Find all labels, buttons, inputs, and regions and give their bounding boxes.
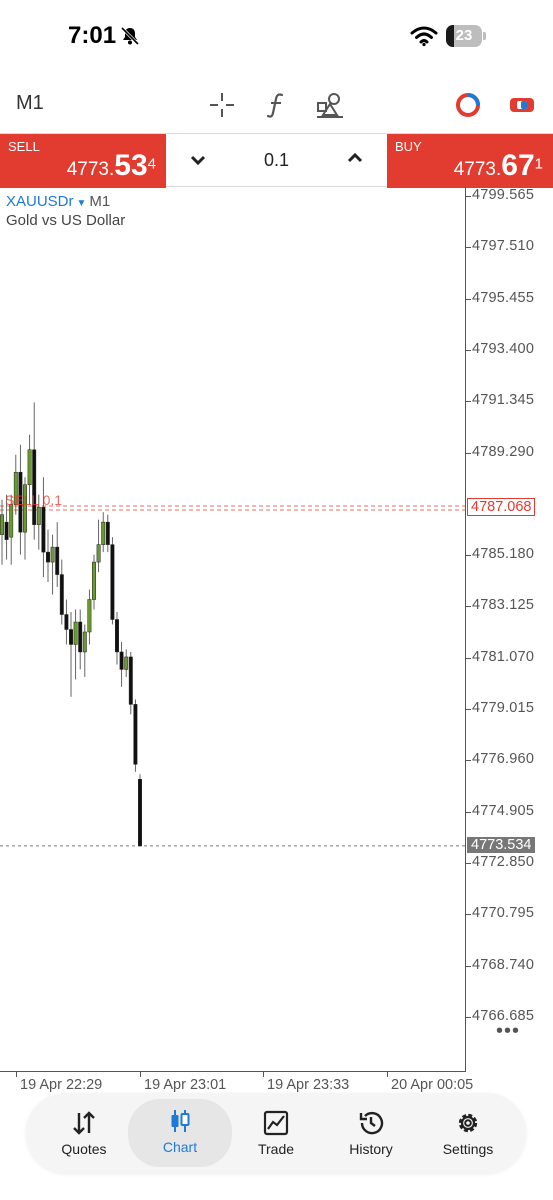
price-tick-label: 4781.070 [472,648,535,665]
price-tick-label: 4774.905 [472,802,535,819]
trade-icon [263,1110,289,1136]
buy-price: 4773.671 [453,149,543,182]
price-tick [466,606,471,608]
price-tick [466,657,471,659]
price-tick [466,760,471,762]
nav-quotes[interactable]: Quotes [34,1101,134,1165]
wifi-icon [410,26,438,47]
history-icon [359,1111,384,1135]
price-tick [466,965,471,967]
chart-icon [171,1110,190,1132]
symbol-description: Gold vs US Dollar [6,212,126,229]
price-tick [466,401,471,403]
time-tick [140,1072,141,1077]
price-tick-label: 4776.960 [472,751,535,768]
time-tick [387,1072,388,1077]
status-time: 7:01 [68,22,117,49]
more-icon[interactable]: ••• [496,1020,520,1043]
one-click-trading-icon[interactable] [453,90,483,120]
time-tick-label: 20 Apr 00:05 [391,1077,474,1093]
price-tick [466,196,471,197]
price-tick-label: 4791.345 [472,392,535,409]
order-price-label: 4787.068 [467,497,536,516]
objects-icon[interactable] [315,90,345,120]
price-tick [466,862,471,864]
price-tick-label: 4789.290 [472,443,535,460]
price-tick-label: 4772.850 [472,853,535,870]
price-tick-label: 4785.180 [472,546,535,563]
chart-area[interactable]: XAUUSDr ▼ M1 Gold vs US Dollar 4799.565 479… [0,187,553,1093]
chart-toolbar: M1 [0,80,553,130]
price-tick-label: 4770.795 [472,905,535,922]
bottom-navigation: Quotes Chart Trade History Settings [26,1093,526,1173]
plot-frame [0,187,466,1072]
time-tick [16,1072,17,1077]
nav-history[interactable]: History [321,1101,421,1165]
sell-label: SELL [8,139,40,154]
settings-icon [458,1113,478,1133]
lot-control: 0.1 [166,134,387,188]
crosshair-icon[interactable] [207,90,237,120]
symbol-header[interactable]: XAUUSDr ▼ M1 [6,193,110,210]
quotes-icon [73,1111,95,1135]
chevron-up-icon[interactable] [343,146,367,170]
price-tick [466,811,471,813]
sell-button[interactable]: SELL 4773.534 [0,134,166,188]
price-tick [466,555,471,557]
sell-price: 4773.534 [66,149,156,182]
order-line-label[interactable]: SELL 0.1 [5,492,62,508]
price-tick [466,247,471,249]
bid-price-label: 4773.534 [467,836,536,853]
price-tick [466,1016,471,1018]
price-tick-label: 4768.740 [472,956,535,973]
price-tick [466,298,471,300]
time-tick-label: 19 Apr 23:01 [144,1077,227,1093]
bell-slash-icon [120,26,140,46]
price-tick-label: 4779.015 [472,700,535,716]
one-click-trade-panel: SELL 4773.534 0.1 BUY 4773.671 [0,133,553,188]
price-tick-label: 4793.400 [472,340,535,357]
price-tick-label: 4799.565 [472,187,535,203]
nav-settings[interactable]: Settings [418,1101,518,1165]
trade-window-icon[interactable] [507,90,537,120]
timeframe-selector[interactable]: M1 [16,92,44,115]
nav-trade[interactable]: Trade [226,1101,326,1165]
price-tick-label: 4783.125 [472,597,535,614]
price-tick-label: 4797.510 [472,238,535,255]
price-tick [466,914,471,916]
time-tick-label: 19 Apr 23:33 [267,1077,350,1093]
price-tick [466,452,471,454]
buy-button[interactable]: BUY 4773.671 [387,134,553,188]
time-tick-label: 19 Apr 22:29 [20,1077,103,1093]
buy-label: BUY [395,139,422,154]
nav-chart[interactable]: Chart [128,1099,232,1167]
price-tick-label: 4795.455 [472,289,535,306]
price-tick [466,709,471,710]
symbol-name[interactable]: XAUUSDr [6,193,74,210]
symbol-timeframe: M1 [89,193,111,210]
time-tick [263,1072,264,1077]
indicators-icon[interactable] [262,90,292,120]
dropdown-arrow-icon[interactable]: ▼ [77,198,87,209]
battery-level: 23 [455,27,473,44]
price-tick [466,349,471,351]
status-bar: 7:01 23 [0,0,553,75]
battery-indicator: 23 [446,25,486,47]
